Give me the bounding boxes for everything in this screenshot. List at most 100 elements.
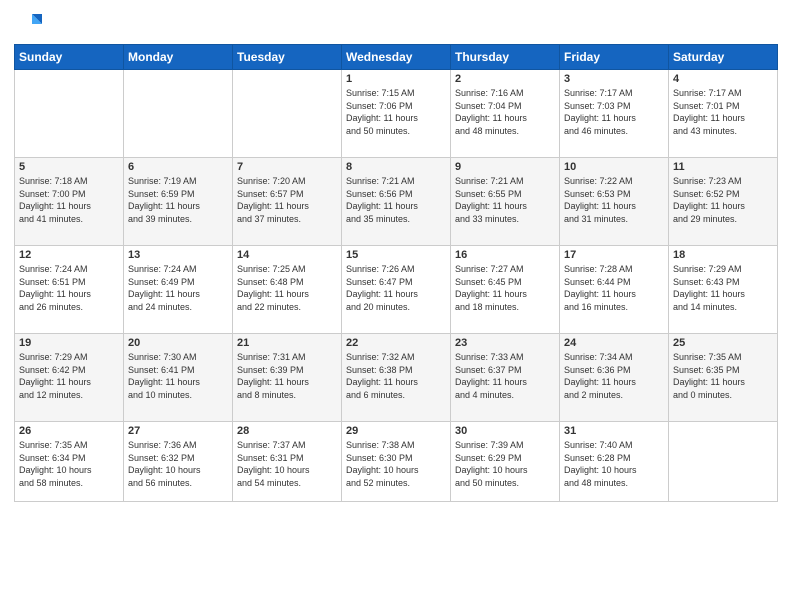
day-number: 5 [19, 161, 119, 173]
header-row: SundayMondayTuesdayWednesdayThursdayFrid… [15, 45, 778, 70]
day-info: Sunrise: 7:38 AM Sunset: 6:30 PM Dayligh… [346, 439, 446, 489]
day-number: 26 [19, 425, 119, 437]
day-number: 24 [564, 337, 664, 349]
day-number: 13 [128, 249, 228, 261]
calendar-page: SundayMondayTuesdayWednesdayThursdayFrid… [0, 0, 792, 612]
day-cell: 26Sunrise: 7:35 AM Sunset: 6:34 PM Dayli… [15, 422, 124, 502]
day-cell: 5 Sunrise: 7:18 AM Sunset: 7:00 PM Daylig… [15, 158, 124, 246]
day-number: 23 [455, 337, 555, 349]
day-cell: 7 Sunrise: 7:20 AM Sunset: 6:57 PM Daylig… [233, 158, 342, 246]
day-cell: 20 Sunrise: 7:30 AM Sunset: 6:41 PM Dayli… [124, 334, 233, 422]
day-info: Sunrise: 7:32 AM Sunset: 6:38 PM Dayligh… [346, 351, 446, 401]
day-cell: 22 Sunrise: 7:32 AM Sunset: 6:38 PM Dayli… [342, 334, 451, 422]
logo [14, 10, 45, 38]
day-cell [124, 70, 233, 158]
day-number: 12 [19, 249, 119, 261]
day-number: 10 [564, 161, 664, 173]
day-cell: 28 Sunrise: 7:37 AM Sunset: 6:31 PM Dayli… [233, 422, 342, 502]
day-info: Sunrise: 7:25 AM Sunset: 6:48 PM Dayligh… [237, 263, 337, 313]
day-number: 8 [346, 161, 446, 173]
day-number: 20 [128, 337, 228, 349]
day-cell: 8 Sunrise: 7:21 AM Sunset: 6:56 PM Daylig… [342, 158, 451, 246]
day-cell [669, 422, 778, 502]
day-info: Sunrise: 7:18 AM Sunset: 7:00 PM Dayligh… [19, 175, 119, 225]
day-header-tuesday: Tuesday [233, 45, 342, 70]
day-info: Sunrise: 7:36 AM Sunset: 6:32 PM Dayligh… [128, 439, 228, 489]
day-info: Sunrise: 7:15 AM Sunset: 7:06 PM Dayligh… [346, 87, 446, 137]
day-cell: 4 Sunrise: 7:17 AM Sunset: 7:01 PM Daylig… [669, 70, 778, 158]
day-number: 19 [19, 337, 119, 349]
day-info: Sunrise: 7:20 AM Sunset: 6:57 PM Dayligh… [237, 175, 337, 225]
day-info: Sunrise: 7:17 AM Sunset: 7:01 PM Dayligh… [673, 87, 773, 137]
day-number: 6 [128, 161, 228, 173]
day-number: 27 [128, 425, 228, 437]
day-info: Sunrise: 7:26 AM Sunset: 6:47 PM Dayligh… [346, 263, 446, 313]
day-info: Sunrise: 7:39 AM Sunset: 6:29 PM Dayligh… [455, 439, 555, 489]
day-info: Sunrise: 7:27 AM Sunset: 6:45 PM Dayligh… [455, 263, 555, 313]
day-info: Sunrise: 7:30 AM Sunset: 6:41 PM Dayligh… [128, 351, 228, 401]
day-number: 31 [564, 425, 664, 437]
week-row-2: 5 Sunrise: 7:18 AM Sunset: 7:00 PM Daylig… [15, 158, 778, 246]
day-info: Sunrise: 7:40 AM Sunset: 6:28 PM Dayligh… [564, 439, 664, 489]
day-cell: 9Sunrise: 7:21 AM Sunset: 6:55 PM Daylig… [451, 158, 560, 246]
day-cell: 17Sunrise: 7:28 AM Sunset: 6:44 PM Dayli… [560, 246, 669, 334]
day-number: 9 [455, 161, 555, 173]
calendar-table: SundayMondayTuesdayWednesdayThursdayFrid… [14, 44, 778, 502]
day-info: Sunrise: 7:33 AM Sunset: 6:37 PM Dayligh… [455, 351, 555, 401]
day-info: Sunrise: 7:24 AM Sunset: 6:51 PM Dayligh… [19, 263, 119, 313]
day-cell [233, 70, 342, 158]
day-info: Sunrise: 7:21 AM Sunset: 6:56 PM Dayligh… [346, 175, 446, 225]
day-header-thursday: Thursday [451, 45, 560, 70]
day-cell: 30 Sunrise: 7:39 AM Sunset: 6:29 PM Dayli… [451, 422, 560, 502]
week-row-1: 1 Sunrise: 7:15 AM Sunset: 7:06 PM Daylig… [15, 70, 778, 158]
day-number: 16 [455, 249, 555, 261]
day-number: 7 [237, 161, 337, 173]
day-cell: 6 Sunrise: 7:19 AM Sunset: 6:59 PM Daylig… [124, 158, 233, 246]
day-info: Sunrise: 7:19 AM Sunset: 6:59 PM Dayligh… [128, 175, 228, 225]
day-number: 1 [346, 73, 446, 85]
day-cell: 29Sunrise: 7:38 AM Sunset: 6:30 PM Dayli… [342, 422, 451, 502]
day-cell: 23 Sunrise: 7:33 AM Sunset: 6:37 PM Dayli… [451, 334, 560, 422]
day-info: Sunrise: 7:24 AM Sunset: 6:49 PM Dayligh… [128, 263, 228, 313]
day-info: Sunrise: 7:17 AM Sunset: 7:03 PM Dayligh… [564, 87, 664, 137]
day-header-friday: Friday [560, 45, 669, 70]
day-number: 30 [455, 425, 555, 437]
day-number: 17 [564, 249, 664, 261]
day-info: Sunrise: 7:29 AM Sunset: 6:42 PM Dayligh… [19, 351, 119, 401]
day-cell: 16 Sunrise: 7:27 AM Sunset: 6:45 PM Dayli… [451, 246, 560, 334]
day-header-sunday: Sunday [15, 45, 124, 70]
day-cell: 18 Sunrise: 7:29 AM Sunset: 6:43 PM Dayli… [669, 246, 778, 334]
day-cell: 24 Sunrise: 7:34 AM Sunset: 6:36 PM Dayli… [560, 334, 669, 422]
week-row-5: 26Sunrise: 7:35 AM Sunset: 6:34 PM Dayli… [15, 422, 778, 502]
day-info: Sunrise: 7:29 AM Sunset: 6:43 PM Dayligh… [673, 263, 773, 313]
day-info: Sunrise: 7:37 AM Sunset: 6:31 PM Dayligh… [237, 439, 337, 489]
day-number: 22 [346, 337, 446, 349]
day-cell: 12 Sunrise: 7:24 AM Sunset: 6:51 PM Dayli… [15, 246, 124, 334]
day-cell: 15 Sunrise: 7:26 AM Sunset: 6:47 PM Dayli… [342, 246, 451, 334]
day-number: 21 [237, 337, 337, 349]
day-info: Sunrise: 7:34 AM Sunset: 6:36 PM Dayligh… [564, 351, 664, 401]
day-cell: 27 Sunrise: 7:36 AM Sunset: 6:32 PM Dayli… [124, 422, 233, 502]
day-number: 18 [673, 249, 773, 261]
day-number: 28 [237, 425, 337, 437]
day-cell: 14 Sunrise: 7:25 AM Sunset: 6:48 PM Dayli… [233, 246, 342, 334]
week-row-3: 12 Sunrise: 7:24 AM Sunset: 6:51 PM Dayli… [15, 246, 778, 334]
day-cell: 11Sunrise: 7:23 AM Sunset: 6:52 PM Dayli… [669, 158, 778, 246]
day-number: 4 [673, 73, 773, 85]
day-number: 2 [455, 73, 555, 85]
week-row-4: 19 Sunrise: 7:29 AM Sunset: 6:42 PM Dayli… [15, 334, 778, 422]
day-cell [15, 70, 124, 158]
day-number: 14 [237, 249, 337, 261]
day-header-wednesday: Wednesday [342, 45, 451, 70]
day-number: 15 [346, 249, 446, 261]
day-number: 3 [564, 73, 664, 85]
day-number: 11 [673, 161, 773, 173]
day-header-saturday: Saturday [669, 45, 778, 70]
day-cell: 2Sunrise: 7:16 AM Sunset: 7:04 PM Daylig… [451, 70, 560, 158]
day-cell: 21Sunrise: 7:31 AM Sunset: 6:39 PM Dayli… [233, 334, 342, 422]
day-cell: 10 Sunrise: 7:22 AM Sunset: 6:53 PM Dayli… [560, 158, 669, 246]
header [14, 10, 778, 38]
day-info: Sunrise: 7:22 AM Sunset: 6:53 PM Dayligh… [564, 175, 664, 225]
day-cell: 13 Sunrise: 7:24 AM Sunset: 6:49 PM Dayli… [124, 246, 233, 334]
day-cell: 3 Sunrise: 7:17 AM Sunset: 7:03 PM Daylig… [560, 70, 669, 158]
